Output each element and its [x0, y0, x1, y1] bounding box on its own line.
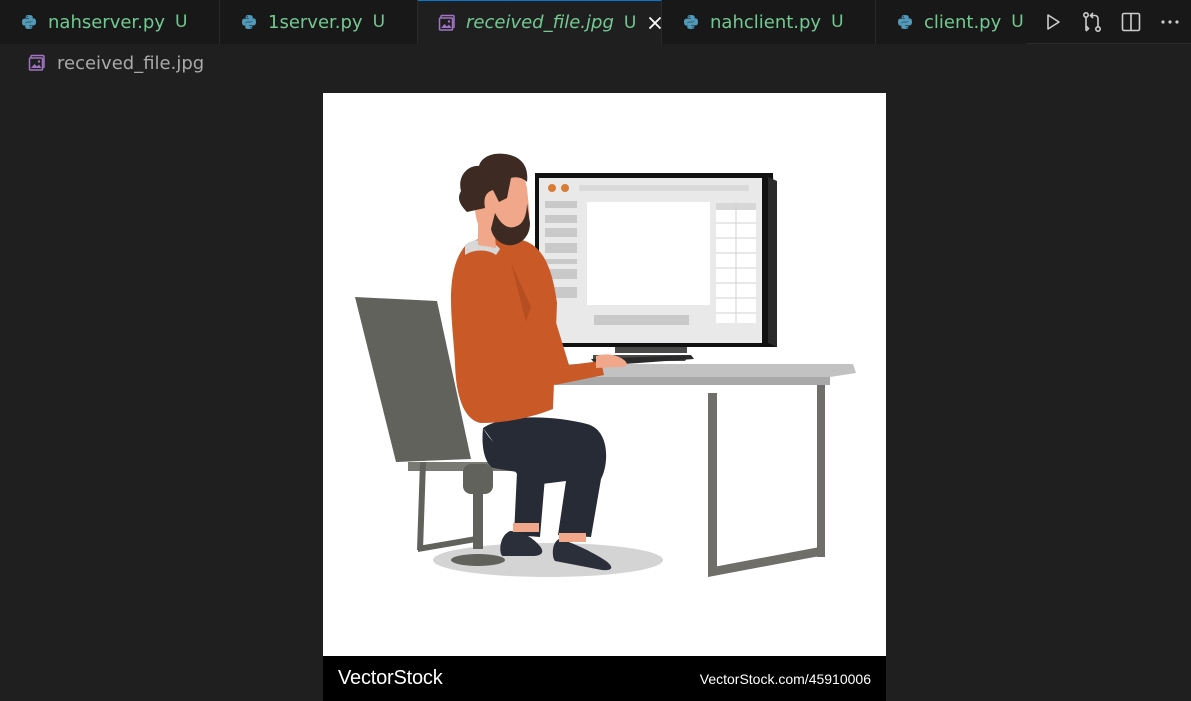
- editor-tab-bar: nahserver.py U 1server.py U received_fil…: [0, 0, 1191, 44]
- watermark-brand: VectorStock: [338, 667, 443, 689]
- image-preview: VectorStock VectorStock.com/45910006: [323, 93, 886, 701]
- python-icon: [240, 13, 258, 31]
- python-icon: [20, 13, 38, 31]
- tab-label: nahclient.py: [710, 11, 822, 33]
- tab-nahclient[interactable]: nahclient.py U: [662, 0, 876, 44]
- compare-changes-icon[interactable]: [1078, 9, 1105, 36]
- run-icon[interactable]: [1039, 9, 1066, 36]
- more-actions-icon[interactable]: [1156, 9, 1183, 36]
- tab-label: 1server.py: [268, 11, 363, 33]
- untracked-badge: U: [831, 12, 844, 32]
- untracked-badge: U: [623, 12, 637, 33]
- python-icon: [682, 13, 700, 31]
- image-icon: [28, 54, 46, 72]
- untracked-badge: U: [372, 12, 386, 32]
- tab-nahserver[interactable]: nahserver.py U: [0, 0, 220, 44]
- image-icon: [438, 14, 456, 32]
- watermark-url: VectorStock.com/45910006: [699, 670, 871, 687]
- untracked-badge: U: [174, 12, 188, 32]
- watermark-bar: VectorStock VectorStock.com/45910006: [323, 656, 886, 701]
- tab-client[interactable]: client.py U: [876, 0, 1026, 44]
- untracked-badge: U: [1011, 12, 1024, 32]
- split-editor-icon[interactable]: [1117, 9, 1144, 36]
- breadcrumb[interactable]: received_file.jpg: [28, 51, 204, 75]
- tab-received-file[interactable]: received_file.jpg U: [418, 0, 662, 44]
- tab-1server[interactable]: 1server.py U: [220, 0, 418, 44]
- close-icon[interactable]: [648, 14, 662, 32]
- illustration-man-at-computer: [355, 153, 856, 577]
- editor-actions: [1039, 0, 1191, 44]
- tab-label: nahserver.py: [48, 11, 165, 33]
- python-icon: [896, 13, 914, 31]
- tab-label: received_file.jpg: [466, 12, 614, 33]
- tab-label: client.py: [924, 11, 1002, 33]
- breadcrumb-file[interactable]: received_file.jpg: [57, 53, 204, 74]
